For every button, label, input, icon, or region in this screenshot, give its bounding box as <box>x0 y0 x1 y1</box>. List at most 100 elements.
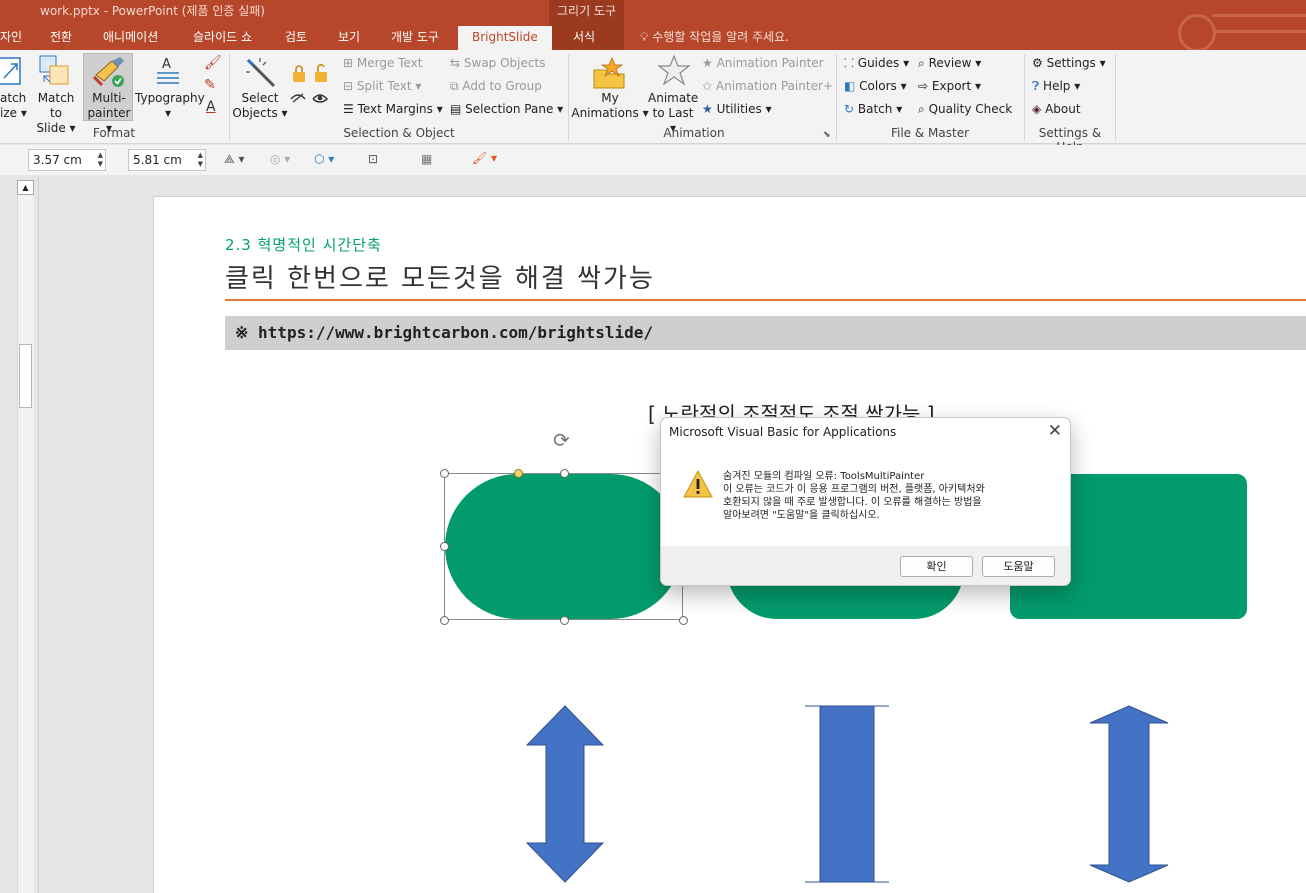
dialog-message: 숨겨진 모듈의 컴파일 오류: ToolsMultiPainter 이 오류는 … <box>723 471 985 521</box>
edit-shape-icon[interactable]: ⬡ ▾ <box>314 152 334 167</box>
rotate-handle-icon[interactable]: ⟳ <box>553 428 570 452</box>
add-to-group-button[interactable]: ⧉ Add to Group <box>450 79 542 94</box>
text-margins-button[interactable]: ☰ Text Margins ▾ <box>343 102 443 117</box>
selection-frame <box>444 473 683 620</box>
animation-painter-button[interactable]: ★ Animation Painter <box>702 56 824 71</box>
tab-brightslide[interactable]: BrightSlide <box>458 26 552 50</box>
batch-icon: ↻ <box>844 102 855 116</box>
tab-view[interactable]: 보기 <box>338 26 360 50</box>
scroll-up-icon[interactable]: ▲ <box>17 180 34 195</box>
rotate-flip-icon[interactable]: ⟁ ▾ <box>224 152 245 167</box>
text-margins-icon: ☰ <box>343 102 354 116</box>
ribbon: atch ize ▾ Match to Slide ▾ Multi- paint… <box>0 50 1306 154</box>
quality-check-button[interactable]: ⌕ Quality Check <box>918 102 1012 117</box>
colors-button[interactable]: ◧ Colors ▾ <box>844 79 907 94</box>
about-icon: ◈ <box>1032 102 1042 116</box>
resize-handle[interactable] <box>679 616 688 625</box>
tab-animations[interactable]: 애니메이션 <box>103 26 158 50</box>
outline-color-icon[interactable]: ✎ <box>204 78 216 93</box>
star-icon: ✩ <box>702 79 713 93</box>
match-size-button[interactable]: atch ize ▾ <box>0 91 28 121</box>
export-button[interactable]: ⇨ Export ▾ <box>918 79 981 94</box>
tab-format[interactable]: 서식 <box>573 26 595 50</box>
window-title: work.pptx - PowerPoint (제품 인증 실패) <box>40 4 265 18</box>
tab-review[interactable]: 검토 <box>285 26 307 50</box>
tab-slideshow[interactable]: 슬라이드 쇼 <box>193 26 252 50</box>
merge-text-button[interactable]: ⊞ Merge Text <box>343 56 422 71</box>
spin-arrows-icon: ▲ ▼ <box>197 151 203 168</box>
tab-developer[interactable]: 개발 도구 <box>391 26 439 50</box>
settings-button[interactable]: ⚙ Settings ▾ <box>1032 56 1106 71</box>
file-master-group-label: File & Master <box>890 126 970 140</box>
visibility-icon[interactable] <box>289 90 333 106</box>
colors-icon: ◧ <box>844 79 856 93</box>
typography-button[interactable]: Typography ▾ <box>135 91 205 121</box>
tell-me-text: 수행할 작업을 알려 주세요. <box>652 30 789 44</box>
guides-icon: ⸬ <box>844 56 854 70</box>
fill-color-icon[interactable]: 🖌︎ <box>204 56 222 71</box>
text-box-icon[interactable]: ⊡ <box>368 152 378 167</box>
batch-button[interactable]: ↻ Batch ▾ <box>844 102 902 117</box>
gear-icon: ⚙ <box>1032 56 1043 70</box>
add-to-group-icon: ⧉ <box>450 79 459 93</box>
adjustment-handle[interactable] <box>514 469 523 478</box>
close-icon[interactable]: ✕ <box>1048 421 1062 441</box>
dialog-title: Microsoft Visual Basic for Applications <box>669 425 897 439</box>
guides-button[interactable]: ⸬ Guides ▾ <box>844 56 909 71</box>
lock-icon[interactable] <box>291 64 331 84</box>
separator <box>1115 54 1116 140</box>
star-icon: ★ <box>702 56 713 70</box>
resize-handle[interactable] <box>440 469 449 478</box>
animation-painter-plus-button[interactable]: ✩ Animation Painter+ <box>702 79 833 94</box>
my-animations-button[interactable]: My Animations ▾ <box>571 91 649 121</box>
rectangle-bar-shape[interactable] <box>804 705 890 883</box>
contextual-group-title: 그리기 도구 <box>556 4 616 18</box>
resize-handle[interactable] <box>560 616 569 625</box>
title-underline <box>225 299 1306 301</box>
format-group-label: Format <box>92 126 136 140</box>
resize-handle[interactable] <box>440 542 449 551</box>
help-button[interactable]: 도움말 <box>982 556 1055 577</box>
swap-objects-button[interactable]: ⇆ Swap Objects <box>450 56 545 71</box>
quality-check-icon: ⌕ <box>918 102 925 116</box>
select-objects-button[interactable]: Select Objects ▾ <box>232 91 288 121</box>
decorative-circle <box>1178 14 1216 52</box>
merge-text-icon: ⊞ <box>343 56 354 70</box>
resize-handle[interactable] <box>440 616 449 625</box>
review-button[interactable]: ⌕ Review ▾ <box>918 56 981 71</box>
up-down-arrow-shape[interactable] <box>525 705 605 883</box>
animation-group-label: Animation <box>663 126 725 140</box>
slide-title[interactable]: 클릭 한번으로 모든것을 해결 싹가능 <box>225 258 655 295</box>
about-button[interactable]: ◈ About <box>1032 102 1081 117</box>
tab-design[interactable]: 자인 <box>0 26 22 50</box>
height-field[interactable]: 3.57 cm ▲ ▼ <box>28 149 106 171</box>
selection-pane-button[interactable]: ▤ Selection Pane ▾ <box>450 102 563 117</box>
paintbrush-icon <box>92 57 124 87</box>
slide-subheading[interactable]: 2.3 혁명적인 시간단축 <box>225 234 382 255</box>
title-bar: work.pptx - PowerPoint (제품 인증 실패) 그리기 도구… <box>0 0 1306 52</box>
width-field[interactable]: 5.81 cm ▲ ▼ <box>128 149 206 171</box>
animate-to-last-icon <box>657 54 691 86</box>
tab-transitions[interactable]: 전환 <box>50 26 72 50</box>
dialog-launcher-icon[interactable]: ⬊ <box>823 128 831 143</box>
vertical-scrollbar[interactable] <box>17 180 34 893</box>
url-text[interactable]: ※ https://www.brightcarbon.com/brightsli… <box>235 323 653 342</box>
vba-error-dialog: Microsoft Visual Basic for Applications … <box>660 417 1071 586</box>
shape-fill-icon[interactable]: 🖌︎ ▾ <box>472 151 497 166</box>
format-bar: 3.57 cm ▲ ▼ 5.81 cm ▲ ▼ ⟁ ▾ ◎ ▾ ⬡ ▾ ⊡ ▦ 🖌︎… <box>0 145 1306 175</box>
decorative-line <box>1212 14 1306 17</box>
resize-handle[interactable] <box>560 469 569 478</box>
font-color-icon[interactable]: A <box>206 100 216 115</box>
warning-icon <box>683 470 713 498</box>
help-button[interactable]: ❓︎ Help ▾ <box>1032 79 1080 94</box>
match-to-slide-icon <box>39 55 69 85</box>
scroll-thumb[interactable] <box>19 344 32 408</box>
tell-me-box[interactable]: 💡︎ 수행할 작업을 알려 주세요. <box>640 28 789 45</box>
merge-shapes-icon[interactable]: ◎ ▾ <box>270 152 290 167</box>
ok-button[interactable]: 확인 <box>900 556 973 577</box>
selection-group-label: Selection & Object <box>343 126 455 140</box>
split-text-button[interactable]: ⊟ Split Text ▾ <box>343 79 421 94</box>
up-down-arrow-shape[interactable] <box>1088 705 1170 883</box>
picture-icon[interactable]: ▦ <box>421 152 432 167</box>
utilities-button[interactable]: ★ Utilities ▾ <box>702 102 772 117</box>
